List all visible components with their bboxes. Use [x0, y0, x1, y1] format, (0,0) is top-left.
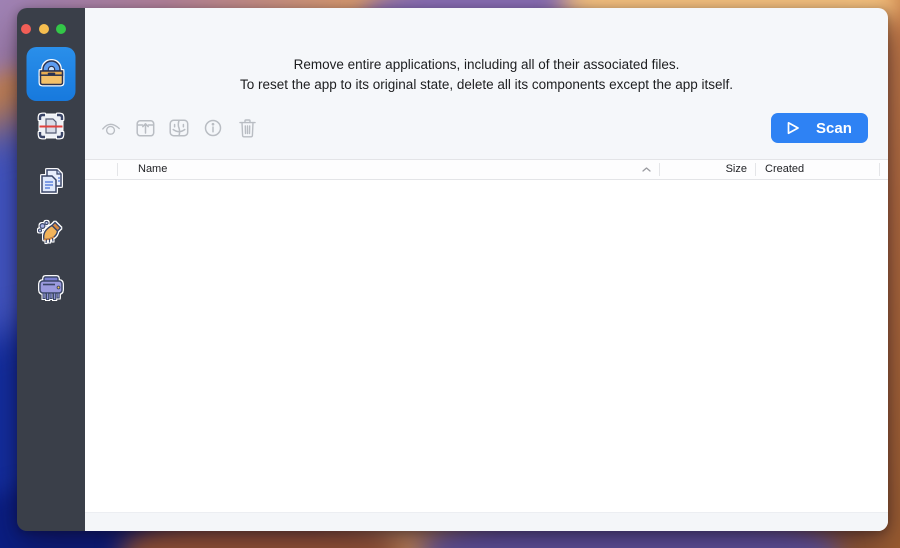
minimize-button[interactable]: [39, 24, 49, 34]
toolbar: Scan: [85, 111, 888, 145]
sidebar: [17, 8, 85, 531]
sidebar-item-duplicates[interactable]: [33, 163, 69, 199]
zoom-button[interactable]: [56, 24, 66, 34]
close-button[interactable]: [21, 24, 31, 34]
preview-button[interactable]: [101, 117, 121, 139]
sidebar-item-uninstaller[interactable]: [27, 47, 76, 101]
reveal-in-finder-button[interactable]: [169, 117, 189, 139]
column-header-stub: [880, 163, 888, 176]
app-list[interactable]: [85, 180, 888, 512]
remove-button[interactable]: [237, 117, 257, 139]
sidebar-item-file-scanner[interactable]: [33, 108, 69, 144]
instructions-line2: To reset the app to its original state, …: [85, 75, 888, 95]
info-button[interactable]: [203, 117, 223, 139]
documents-icon: [33, 163, 69, 199]
instructions-line1: Remove entire applications, including al…: [85, 55, 888, 75]
status-bar: [85, 512, 888, 531]
desktop: Remove entire applications, including al…: [0, 0, 900, 548]
app-box-icon: [32, 55, 70, 93]
scan-button-label: Scan: [816, 120, 852, 137]
sidebar-item-shredder[interactable]: [33, 270, 69, 306]
column-label-created: Created: [765, 163, 804, 175]
column-header-size[interactable]: Size: [660, 163, 756, 176]
column-label-name: Name: [138, 163, 167, 176]
finder-icon: [169, 119, 189, 137]
sidebar-item-cleaner[interactable]: [33, 217, 69, 253]
app-window: Remove entire applications, including al…: [17, 8, 888, 531]
scan-button[interactable]: Scan: [771, 113, 868, 143]
play-icon: [786, 121, 800, 135]
toolbar-actions: [101, 117, 257, 139]
main-content: Remove entire applications, including al…: [85, 8, 888, 531]
column-header-created[interactable]: Created: [756, 163, 880, 176]
table-header: Name Size Created: [85, 159, 888, 180]
column-header-checkbox[interactable]: [85, 163, 118, 176]
chevron-up-icon: [642, 167, 651, 172]
trash-icon: [239, 119, 256, 138]
scanner-icon: [33, 108, 69, 144]
column-label-size: Size: [726, 163, 747, 175]
eye-icon: [101, 120, 121, 137]
open-app-button[interactable]: [135, 117, 155, 139]
broom-icon: [33, 217, 69, 253]
window-controls: [21, 24, 66, 34]
column-header-name[interactable]: Name: [118, 163, 660, 176]
info-icon: [204, 119, 222, 137]
shredder-icon: [33, 270, 69, 306]
open-app-icon: [136, 119, 155, 137]
instructions: Remove entire applications, including al…: [85, 55, 888, 95]
